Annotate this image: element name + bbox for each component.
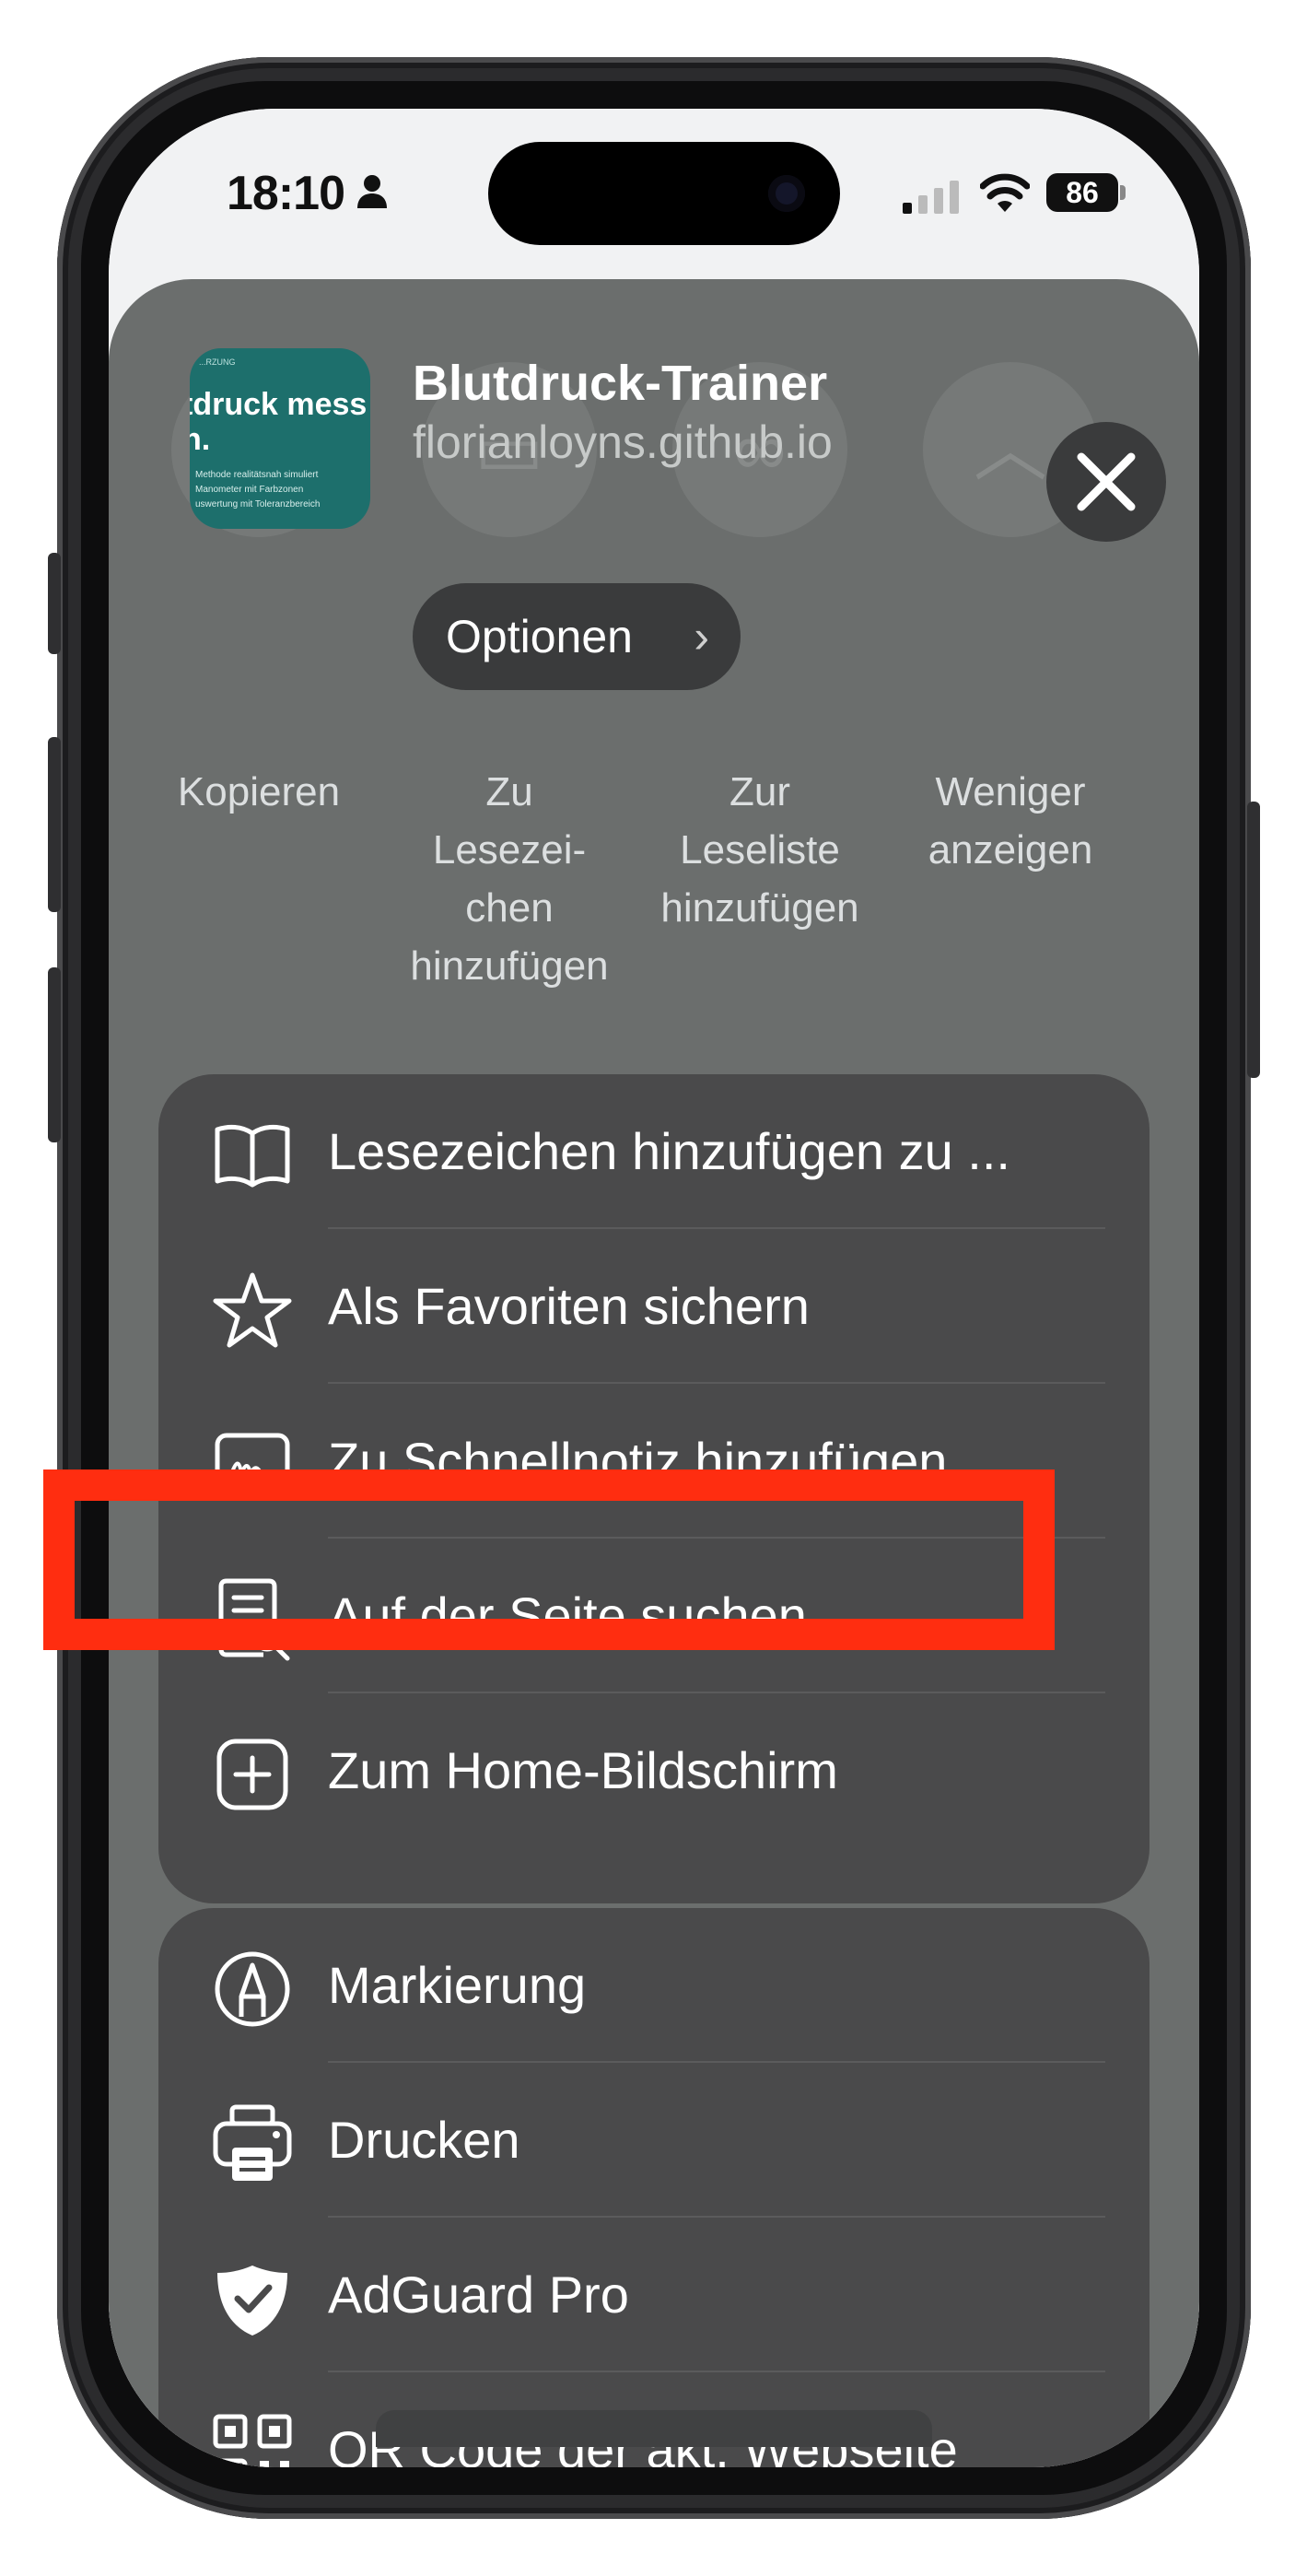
options-button[interactable]: Optionen ›: [413, 583, 741, 690]
wifi-icon: [980, 173, 1030, 212]
share-sheet: ❐ ▭ ∞ ︿ Kopieren Zu Lesezei- chen hinzuf…: [109, 279, 1199, 2467]
action-label-copy[interactable]: Kopieren: [139, 763, 379, 821]
menu-item-print[interactable]: Drucken: [158, 2063, 1149, 2218]
menu-item-adguard[interactable]: AdGuard Pro: [158, 2218, 1149, 2372]
menu-item-add-to-home-screen[interactable]: Zum Home-Bildschirm: [158, 1693, 1149, 1848]
thumbnail-line: uswertung mit Toleranzbereich: [195, 499, 321, 509]
menu-label: Drucken: [328, 2111, 520, 2169]
app-thumbnail: ...RZUNG tdruck mess n. Methode realität…: [190, 348, 370, 529]
highlight-box: [43, 1469, 1055, 1650]
home-indicator: [376, 2410, 932, 2447]
status-bar: 18:10 86: [109, 109, 1199, 275]
menu-item-markup[interactable]: Markierung: [158, 1908, 1149, 2063]
action-label-reading-list[interactable]: Zur Leseliste hinzufügen: [640, 763, 880, 937]
star-icon: [213, 1272, 292, 1348]
signal-icon: [903, 181, 959, 214]
screen: 18:10 86 ❐ ▭ ∞ ︿ Kopiere: [109, 109, 1199, 2467]
menu-label: Lesezeichen hinzufügen zu ...: [328, 1122, 1010, 1180]
dynamic-island: [488, 142, 840, 245]
action-button: [48, 553, 61, 654]
thumbnail-caption: ...RZUNG: [199, 357, 236, 367]
close-icon: [1077, 452, 1136, 511]
status-time: 18:10: [227, 167, 345, 220]
person-icon: [357, 175, 387, 208]
volume-down-button: [48, 967, 61, 1142]
camera-icon: [768, 175, 805, 212]
menu-item-bookmark-to[interactable]: Lesezeichen hinzufügen zu ...: [158, 1074, 1149, 1229]
battery-tip: [1120, 185, 1126, 200]
power-button: [1247, 802, 1260, 1078]
action-label-bookmark[interactable]: Zu Lesezei- chen hinzufügen: [390, 763, 629, 995]
shield-check-icon: [217, 2266, 287, 2336]
thumbnail-lines: Methode realitätsnah simuliert Manometer…: [195, 468, 320, 512]
share-url: florianloyns.github.io: [413, 416, 833, 468]
close-button[interactable]: [1046, 422, 1166, 542]
qr-code-icon: [213, 2414, 292, 2467]
action-label-show-less[interactable]: Weniger anzeigen: [891, 763, 1130, 879]
add-square-icon: [216, 1739, 288, 1810]
markup-icon: [215, 1951, 290, 2027]
thumbnail-line: Methode realitätsnah simuliert: [195, 470, 319, 480]
book-icon: [215, 1124, 290, 1188]
options-label: Optionen: [446, 611, 633, 662]
menu-label: AdGuard Pro: [328, 2266, 629, 2324]
printer-icon: [213, 2104, 292, 2181]
menu-label: Zum Home-Bildschirm: [328, 1741, 838, 1799]
share-title: Blutdruck-Trainer: [413, 356, 828, 411]
chevron-right-icon: ›: [694, 611, 709, 662]
menu-item-favorites[interactable]: Als Favoriten sichern: [158, 1229, 1149, 1384]
menu-label: Markierung: [328, 1956, 587, 2014]
menu-label: Als Favoriten sichern: [328, 1277, 810, 1335]
thumbnail-title: tdruck mess n.: [190, 387, 368, 457]
battery-indicator: 86: [1046, 173, 1126, 212]
battery-level: 86: [1046, 173, 1118, 212]
menu-group-2: Markierung Drucken AdGuard Pro QR: [158, 1908, 1149, 2467]
thumbnail-line: Manometer mit Farbzonen: [195, 485, 304, 495]
volume-up-button: [48, 737, 61, 912]
